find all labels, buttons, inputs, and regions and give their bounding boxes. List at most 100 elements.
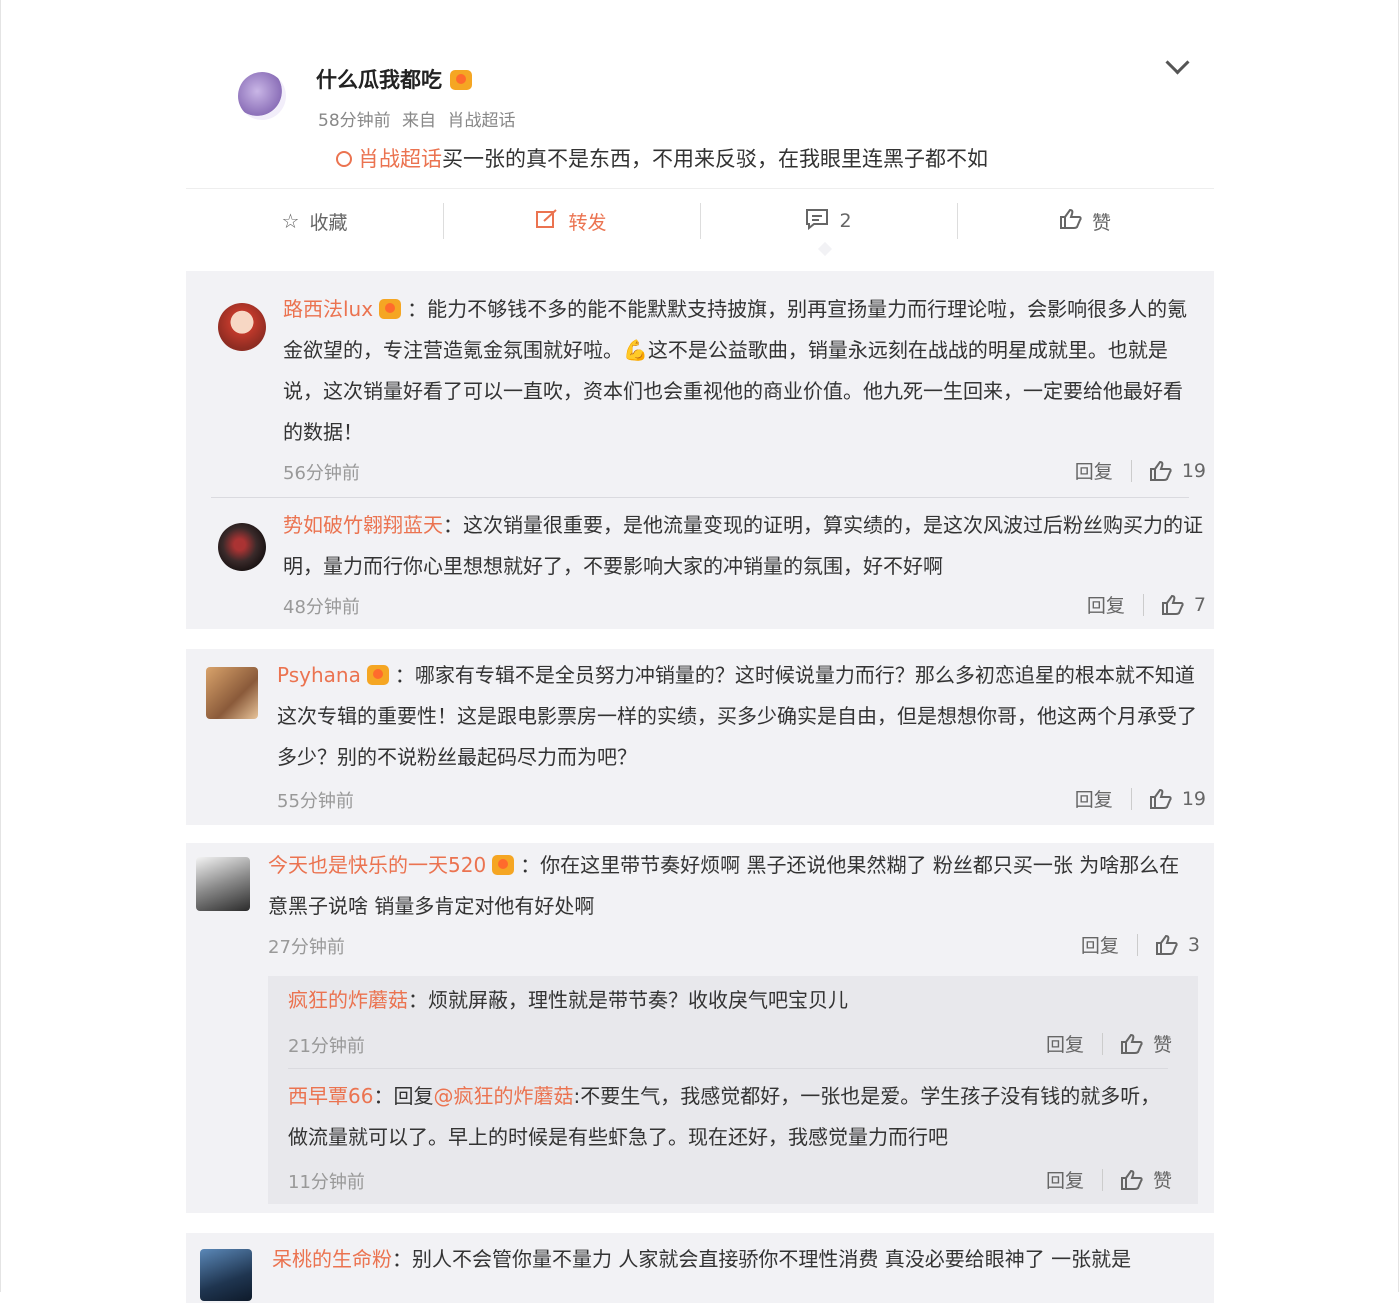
- author-avatar[interactable]: [238, 72, 286, 120]
- user-avatar[interactable]: [218, 303, 266, 351]
- post-source[interactable]: 肖战超话: [447, 111, 515, 131]
- repost-icon: [536, 208, 558, 234]
- thumbs-up-icon[interactable]: [1149, 788, 1172, 809]
- mention-link[interactable]: @疯狂的炸蘑菇: [433, 1084, 573, 1108]
- comment-text: 势如破竹翱翔蓝天：这次销量很重要，是他流量变现的证明，算实绩的，是这次风波过后粉…: [283, 505, 1203, 587]
- comment-icon: [805, 208, 829, 235]
- post-text: 买一张的真不是东西，不用来反驳，在我眼里连黑子都不如: [442, 147, 988, 171]
- like-label: 赞: [1152, 1170, 1172, 1192]
- star-icon: ☆: [281, 209, 300, 233]
- comment-text: 今天也是快乐的一天520 ：你在这里带节奏好烦啊 黑子还说他果然糊了 粉丝都只买一…: [268, 845, 1198, 927]
- reply-ops: 回复 赞: [1046, 1166, 1172, 1193]
- thumbs-up-icon[interactable]: [1155, 934, 1178, 955]
- post-meta: 58分钟前 来自 肖战超话: [318, 106, 521, 131]
- like-label: 赞: [1091, 211, 1111, 234]
- comment-time: 48分钟前: [283, 597, 360, 618]
- comment-group-1: 路西法lux ：能力不够钱不多的能不能默默支持披旗，别再宣扬量力而行理论啦，会影响…: [186, 271, 1214, 629]
- thumbs-up-icon[interactable]: [1120, 1169, 1143, 1190]
- comment-group-4: 呆桃的生命粉：别人不会管你量不量力 人家就会直接骄你不理性消费 真没必要给眼神了…: [186, 1233, 1214, 1303]
- reply-ops: 回复 赞: [1046, 1030, 1172, 1057]
- reply-username[interactable]: 西早覃66: [288, 1084, 373, 1108]
- reply-divider: [288, 1068, 1168, 1069]
- comment-ops: 回复 19: [1075, 457, 1206, 484]
- ops-separator: [1130, 787, 1132, 810]
- like-count: 3: [1187, 933, 1200, 956]
- reply-button[interactable]: 回复: [1075, 785, 1113, 812]
- like-label: 赞: [1152, 1034, 1172, 1056]
- comment-time: 56分钟前: [283, 463, 360, 484]
- reply-text: 疯狂的炸蘑菇：烦就屏蔽，理性就是带节奏？收收戾气吧宝贝儿: [288, 980, 1178, 1021]
- comment-body: ：别人不会管你量不量力 人家就会直接骄你不理性消费 真没必要给眼神了 一张就是: [392, 1247, 1132, 1271]
- comment-ops: 回复 3: [1081, 931, 1200, 958]
- from-label: 来自: [402, 111, 437, 131]
- post-time[interactable]: 58分钟前: [318, 111, 391, 131]
- repost-label: 转发: [568, 211, 607, 234]
- comment-time: 55分钟前: [277, 791, 354, 812]
- author-name-text[interactable]: 什么瓜我都吃: [316, 68, 442, 92]
- reply-button[interactable]: 回复: [1075, 457, 1113, 484]
- comment-text: 呆桃的生命粉：别人不会管你量不量力 人家就会直接骄你不理性消费 真没必要给眼神了…: [272, 1239, 1202, 1280]
- user-avatar[interactable]: [196, 857, 250, 911]
- comment-time: 27分钟前: [268, 937, 345, 958]
- reply-button[interactable]: 回复: [1081, 931, 1119, 958]
- comment-text: Psyhana ：哪家有专辑不是全员努力冲销量的？这时候说量力而行？那么多初恋追星…: [277, 655, 1207, 778]
- vip-badge-icon: [366, 665, 389, 685]
- topic-label: 肖战超话: [358, 147, 442, 171]
- reply-button[interactable]: 回复: [1087, 591, 1125, 618]
- reply-text: 西早覃66：回复@疯狂的炸蘑菇:不要生气，我感觉都好，一张也是爱。学生孩子没有钱…: [288, 1076, 1168, 1158]
- reply-username[interactable]: 疯狂的炸蘑菇: [288, 988, 408, 1012]
- ops-separator: [1142, 593, 1144, 616]
- vip-badge-icon: [379, 299, 402, 319]
- comment-username[interactable]: Psyhana: [277, 663, 361, 687]
- ops-separator: [1136, 933, 1138, 956]
- like-button[interactable]: 赞: [957, 189, 1214, 253]
- post-content: 肖战超话买一张的真不是东西，不用来反驳，在我眼里连黑子都不如: [336, 143, 988, 173]
- weibo-page: 什么瓜我都吃 58分钟前 来自 肖战超话 肖战超话买一张的真不是东西，不用来反驳…: [0, 0, 1399, 1303]
- user-avatar[interactable]: [206, 667, 258, 719]
- author-name[interactable]: 什么瓜我都吃: [316, 64, 472, 94]
- comment-ops: 回复 19: [1075, 785, 1206, 812]
- ops-separator: [1101, 1168, 1103, 1191]
- reply-time: 21分钟前: [288, 1036, 365, 1057]
- comment-text: 路西法lux ：能力不够钱不多的能不能默默支持披旗，别再宣扬量力而行理论啦，会影响…: [283, 289, 1195, 453]
- vip-badge-icon: [492, 855, 515, 875]
- topic-link[interactable]: 肖战超话: [336, 147, 442, 171]
- comment-button[interactable]: 2: [700, 189, 957, 253]
- comment-body: ：哪家有专辑不是全员努力冲销量的？这时候说量力而行？那么多初恋追星的根本就不知道…: [277, 663, 1197, 769]
- comment-group-3: 今天也是快乐的一天520 ：你在这里带节奏好烦啊 黑子还说他果然糊了 粉丝都只买一…: [186, 843, 1214, 1213]
- repost-button[interactable]: 转发: [443, 189, 700, 253]
- thumbs-up-icon[interactable]: [1161, 594, 1184, 615]
- comment-ops: 回复 7: [1087, 591, 1206, 618]
- reply-button[interactable]: 回复: [1046, 1166, 1084, 1193]
- comment-username[interactable]: 势如破竹翱翔蓝天: [283, 513, 443, 537]
- topic-icon: [336, 151, 352, 167]
- vip-badge-icon: [450, 70, 472, 90]
- like-count: 19: [1181, 787, 1206, 810]
- ops-separator: [1130, 459, 1132, 482]
- weibo-post: 什么瓜我都吃 58分钟前 来自 肖战超话 肖战超话买一张的真不是东西，不用来反驳…: [186, 40, 1214, 260]
- thumbs-up-icon: [1059, 208, 1082, 234]
- thumbs-up-icon[interactable]: [1149, 460, 1172, 481]
- user-avatar[interactable]: [200, 1249, 252, 1301]
- reply-list: 疯狂的炸蘑菇：烦就屏蔽，理性就是带节奏？收收戾气吧宝贝儿 21分钟前 回复 赞 …: [268, 976, 1198, 1204]
- comment-group-2: Psyhana ：哪家有专辑不是全员努力冲销量的？这时候说量力而行？那么多初恋追星…: [186, 649, 1214, 825]
- favorite-button[interactable]: ☆ 收藏: [186, 189, 443, 253]
- comment-username[interactable]: 路西法lux: [283, 297, 373, 321]
- reply-prefix: ：回复: [373, 1084, 434, 1108]
- chevron-down-icon[interactable]: [1165, 50, 1190, 75]
- reply-button[interactable]: 回复: [1046, 1030, 1084, 1057]
- comment-body: ：能力不够钱不多的能不能默默支持披旗，别再宣扬量力而行理论啦，会影响很多人的氪金…: [283, 297, 1188, 444]
- ops-separator: [1101, 1032, 1103, 1055]
- comment-username[interactable]: 呆桃的生命粉: [272, 1247, 392, 1271]
- like-count: 19: [1181, 459, 1206, 482]
- reply-time: 11分钟前: [288, 1172, 365, 1193]
- comment-divider: [211, 497, 1189, 498]
- like-count: 7: [1193, 593, 1206, 616]
- comment-username[interactable]: 今天也是快乐的一天520: [268, 853, 486, 877]
- reply-body: ：烦就屏蔽，理性就是带节奏？收收戾气吧宝贝儿: [408, 988, 848, 1012]
- thumbs-up-icon[interactable]: [1120, 1033, 1143, 1054]
- favorite-label: 收藏: [309, 211, 348, 234]
- comment-count: 2: [839, 210, 852, 232]
- post-action-bar: ☆ 收藏 转发 2 赞: [186, 188, 1214, 253]
- user-avatar[interactable]: [218, 523, 266, 571]
